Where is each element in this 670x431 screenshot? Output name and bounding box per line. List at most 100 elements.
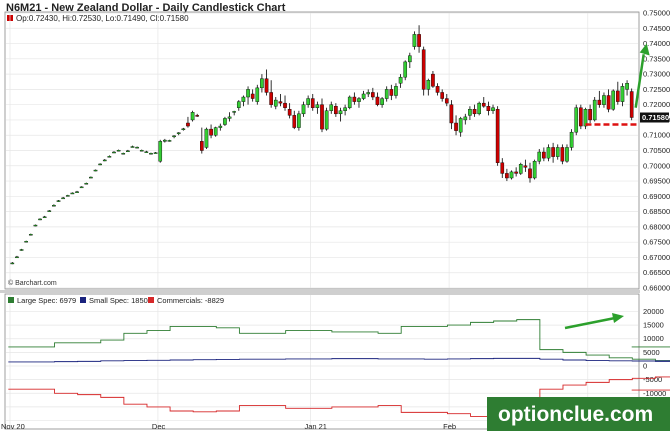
candle-body <box>65 195 70 197</box>
candle-body <box>269 92 273 105</box>
candle <box>477 101 481 116</box>
candle-body <box>532 160 537 179</box>
candle <box>509 170 514 180</box>
candle <box>579 104 583 130</box>
candle-body <box>625 83 629 90</box>
candle-body <box>371 92 375 98</box>
candle <box>495 106 500 166</box>
cot-tick-label: 15000 <box>643 321 664 330</box>
candle-body <box>246 89 250 98</box>
candle-body <box>47 210 52 212</box>
candle-body <box>440 92 444 99</box>
candle-body <box>176 132 181 134</box>
candle-body <box>611 90 616 110</box>
candle-body <box>264 78 269 93</box>
month-label: Feb <box>443 422 456 431</box>
candle-body <box>500 162 505 174</box>
price-tick-label: 0.70000 <box>643 161 670 170</box>
candle-body <box>79 186 84 189</box>
candle-body <box>412 34 417 47</box>
candle-body <box>555 147 560 157</box>
candle-body <box>629 91 634 118</box>
candle-body <box>149 153 153 155</box>
candle <box>158 139 163 163</box>
candle-body <box>454 122 458 131</box>
candle-body <box>130 146 135 148</box>
source-label: © Barchart.com <box>8 279 57 287</box>
candle-body <box>236 101 241 108</box>
candle <box>324 107 329 131</box>
candle <box>213 126 218 137</box>
candle <box>190 110 195 122</box>
candle-body <box>112 151 116 154</box>
candle-body <box>403 61 408 78</box>
candle-body <box>75 191 79 193</box>
candle-body <box>172 135 176 138</box>
candle-body <box>320 104 324 130</box>
cot-legend: Large Spec: 6979 Small Spec: 1850 Commerci… <box>8 296 224 305</box>
brand-text: optionclue.com <box>498 403 653 426</box>
price-tick-label: 0.70500 <box>643 146 670 155</box>
candle-body <box>28 234 33 236</box>
candle-body <box>518 164 523 174</box>
candle-body <box>204 128 209 148</box>
candle-body <box>56 200 61 202</box>
candle-body <box>347 96 352 108</box>
candle-body <box>292 115 297 128</box>
candle-body <box>523 165 528 168</box>
candle <box>629 88 634 121</box>
candle-body <box>574 107 579 133</box>
candle-body <box>398 76 403 84</box>
candle-body <box>232 111 236 113</box>
candle-body <box>324 110 329 130</box>
candle-body <box>565 147 569 162</box>
candle-body <box>588 109 592 121</box>
price-tick-label: 0.69500 <box>643 177 670 186</box>
legend-swatch <box>80 297 86 303</box>
candle-body <box>89 176 93 179</box>
price-tick-label: 0.73000 <box>643 70 670 79</box>
candle-body <box>209 128 213 136</box>
candle-body <box>200 141 204 151</box>
candle-body <box>509 171 514 179</box>
price-tick-label: 0.66000 <box>643 284 670 293</box>
candle-body <box>514 171 518 174</box>
ohlc-label: Op:0.72430, Hi:0.72530, Lo:0.71490, Cl:0… <box>16 14 189 23</box>
candle <box>223 116 227 127</box>
legend-label: Small Spec: 1850 <box>89 296 148 305</box>
candle-body <box>98 163 102 166</box>
candle-body <box>334 105 338 115</box>
candle-body <box>357 98 361 102</box>
candle-body <box>33 224 38 227</box>
price-tick-label: 0.67000 <box>643 253 670 262</box>
candle-body <box>384 89 389 99</box>
price-tick-label: 0.72000 <box>643 100 670 109</box>
price-tick-label: 0.68000 <box>643 222 670 231</box>
price-tick-label: 0.74500 <box>643 24 670 33</box>
candle-body <box>153 152 158 154</box>
candle-body <box>190 112 195 121</box>
candle-body <box>135 146 139 149</box>
candle-body <box>93 169 98 172</box>
candle-body <box>495 109 500 163</box>
candle-body <box>361 93 366 99</box>
price-tick-label: 0.69000 <box>643 192 670 201</box>
candle-body <box>537 151 542 162</box>
panel-separator <box>0 290 640 293</box>
candle-body <box>528 168 532 179</box>
candle-body <box>551 147 555 157</box>
candle-body <box>310 98 315 108</box>
candle-body <box>195 115 200 117</box>
candle-body <box>421 49 426 90</box>
candle-body <box>486 105 491 111</box>
candle-body <box>273 99 278 107</box>
legend-label: Large Spec: 6979 <box>17 296 76 305</box>
candle-body <box>250 93 255 99</box>
candle-body <box>61 197 65 200</box>
candle-body <box>107 156 112 158</box>
candle-body <box>477 102 481 115</box>
candle-body <box>463 116 468 121</box>
price-tick-label: 0.75000 <box>643 9 670 18</box>
candle-body <box>227 116 232 119</box>
candle-body <box>24 241 28 243</box>
